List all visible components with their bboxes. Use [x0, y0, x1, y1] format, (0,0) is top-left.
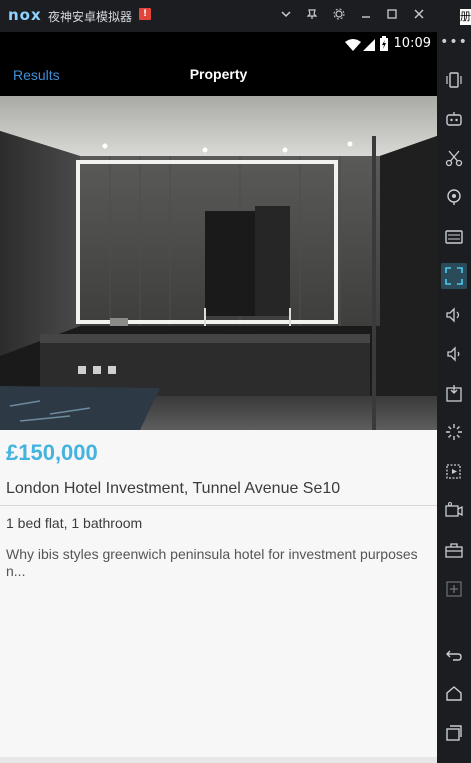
- emulator-title-bar: nox 夜神安卓模拟器 !: [0, 0, 437, 32]
- toolbox-icon[interactable]: [444, 540, 464, 560]
- volume-down-icon[interactable]: [444, 344, 464, 364]
- pin-icon[interactable]: [302, 6, 322, 26]
- fullscreen-icon[interactable]: [441, 263, 467, 289]
- listing-description: Why ibis styles greenwich peninsula hote…: [6, 546, 418, 579]
- emulator-window: nox 夜神安卓模拟器 ! ••• 册 10:09 Results Proper…: [0, 0, 471, 763]
- minimize-icon[interactable]: [356, 6, 376, 26]
- scissors-icon[interactable]: [444, 148, 464, 168]
- host-window-edge-text: 册: [460, 9, 471, 25]
- keyboard-icon[interactable]: [444, 227, 464, 247]
- emulator-side-toolbar: •••: [437, 0, 471, 763]
- back-icon[interactable]: [444, 645, 464, 665]
- battery-icon: [379, 36, 389, 56]
- maximize-icon[interactable]: [382, 6, 402, 26]
- page-title: Property: [189, 66, 248, 82]
- recent-apps-icon[interactable]: [444, 723, 464, 743]
- status-time: 10:09: [393, 36, 431, 51]
- chevron-down-icon[interactable]: [276, 6, 296, 26]
- emulator-title: 夜神安卓模拟器: [48, 10, 133, 24]
- divider: [0, 505, 437, 506]
- listing-address: London Hotel Investment, Tunnel Avenue S…: [6, 480, 341, 497]
- shake-icon[interactable]: [444, 70, 464, 90]
- location-icon[interactable]: [444, 187, 464, 207]
- android-status-bar: 10:09: [0, 32, 437, 56]
- listing-details: £150,000 London Hotel Investment, Tunnel…: [0, 430, 437, 763]
- loading-icon[interactable]: [444, 422, 464, 442]
- signal-icon: [362, 37, 376, 56]
- listing-rooms: 1 bed flat, 1 bathroom: [6, 515, 143, 531]
- home-icon[interactable]: [444, 684, 464, 704]
- warning-badge[interactable]: !: [139, 8, 151, 20]
- host-taskbar-edge: [0, 757, 437, 763]
- robot-icon[interactable]: [444, 109, 464, 129]
- apk-install-icon[interactable]: [444, 383, 464, 403]
- close-icon[interactable]: [409, 6, 429, 26]
- wifi-icon: [344, 37, 362, 56]
- volume-up-icon[interactable]: [444, 305, 464, 325]
- listing-price: £150,000: [6, 440, 98, 465]
- more-options-icon[interactable]: •••: [437, 34, 471, 50]
- add-icon[interactable]: [444, 579, 464, 599]
- nox-logo: nox: [8, 6, 42, 24]
- screen-record-icon[interactable]: [444, 461, 464, 481]
- camera-icon[interactable]: [444, 500, 464, 520]
- property-photo[interactable]: [0, 96, 437, 430]
- gear-icon[interactable]: [329, 6, 349, 26]
- app-action-bar: Results Property: [0, 56, 437, 96]
